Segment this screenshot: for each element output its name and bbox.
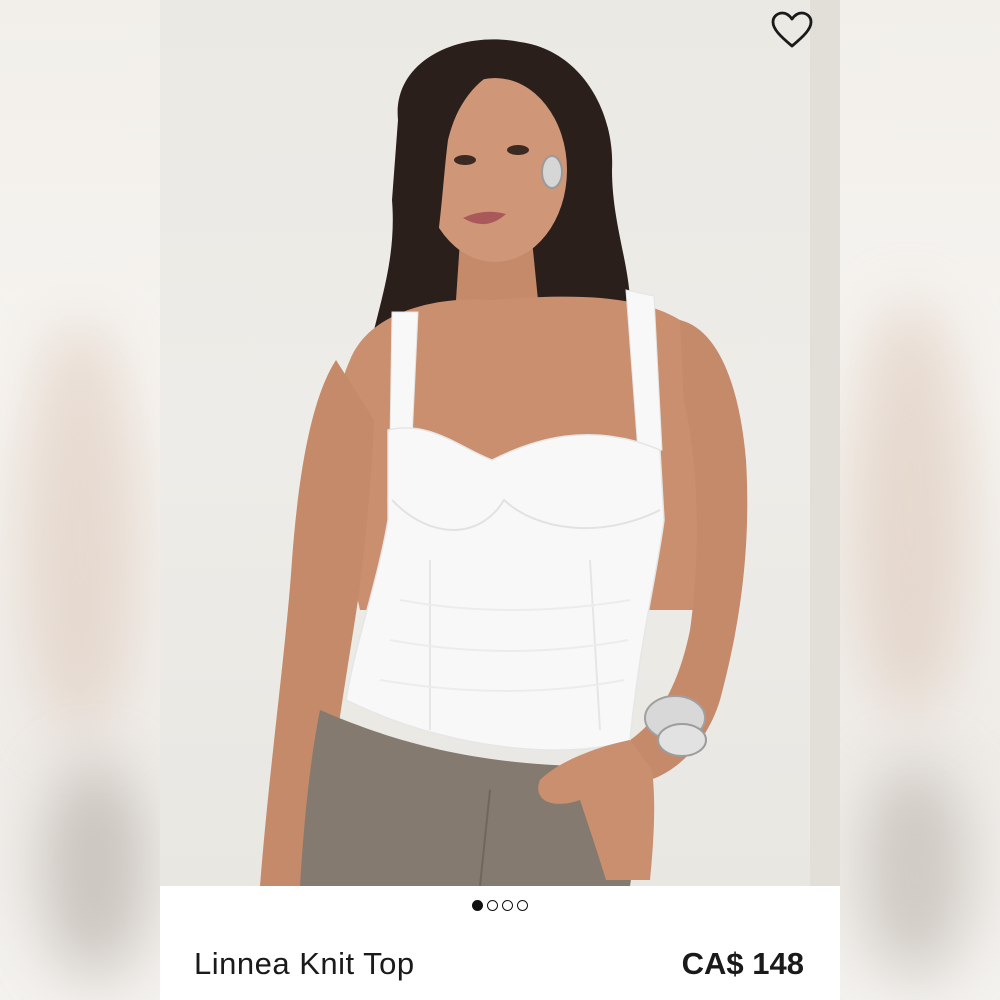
model-illustration bbox=[260, 39, 748, 886]
product-card[interactable]: Linnea Knit Top CA$ 148 bbox=[160, 0, 840, 1000]
blurred-background-left bbox=[0, 0, 160, 1000]
gallery-dot-4[interactable] bbox=[517, 900, 528, 911]
product-card-screen: Linnea Knit Top CA$ 148 bbox=[0, 0, 1000, 1000]
gallery-dot-2[interactable] bbox=[487, 900, 498, 911]
product-photo[interactable] bbox=[160, 0, 840, 886]
gallery-dot-3[interactable] bbox=[502, 900, 513, 911]
product-name[interactable]: Linnea Knit Top bbox=[194, 946, 415, 982]
product-price: CA$ 148 bbox=[681, 946, 804, 981]
blurred-background-right bbox=[840, 0, 1000, 1000]
wishlist-heart-icon[interactable] bbox=[770, 10, 814, 50]
gallery-pagination bbox=[160, 900, 840, 911]
gallery-dot-1[interactable] bbox=[472, 900, 483, 911]
